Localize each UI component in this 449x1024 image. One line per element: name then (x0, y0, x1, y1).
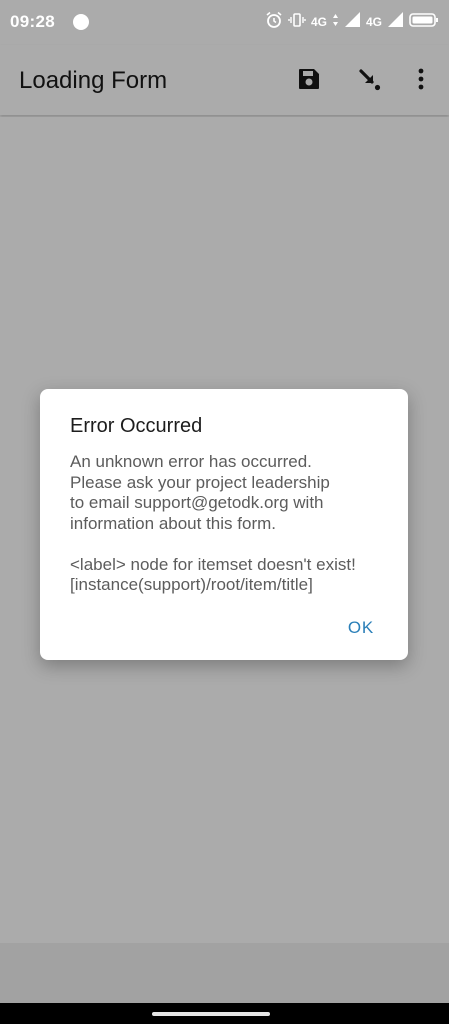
status-time: 09:28 (10, 12, 55, 31)
vibrate-icon (288, 11, 306, 34)
alarm-icon (265, 11, 283, 34)
network-label-1: 4G (310, 15, 327, 29)
more-vert-icon (417, 67, 425, 96)
dialog-message: An unknown error has occurred. Please as… (70, 452, 356, 594)
save-button[interactable] (293, 65, 325, 97)
error-dialog: Error Occurred An unknown error has occu… (40, 389, 408, 660)
app-bar: Loading Form (0, 45, 449, 115)
bottom-navigation-area (0, 943, 449, 1003)
status-bar: 09:28 4G 4G (0, 0, 449, 45)
jump-to-question-button[interactable] (353, 65, 385, 97)
home-indicator[interactable] (152, 1012, 270, 1016)
system-nav-bar (0, 1003, 449, 1024)
signal-icon (344, 11, 361, 33)
data-arrows-icon (332, 13, 339, 32)
page-title: Loading Form (19, 67, 168, 94)
jump-icon (356, 66, 382, 97)
signal-icon-2 (387, 11, 404, 33)
more-options-button[interactable] (405, 65, 437, 97)
notification-dot-icon (73, 14, 89, 30)
ok-button[interactable]: OK (348, 618, 374, 638)
status-icons: 4G 4G (265, 11, 439, 34)
battery-icon (409, 12, 439, 33)
dialog-title: Error Occurred (70, 415, 203, 437)
save-icon (297, 67, 321, 96)
network-label-2: 4G (365, 15, 382, 29)
